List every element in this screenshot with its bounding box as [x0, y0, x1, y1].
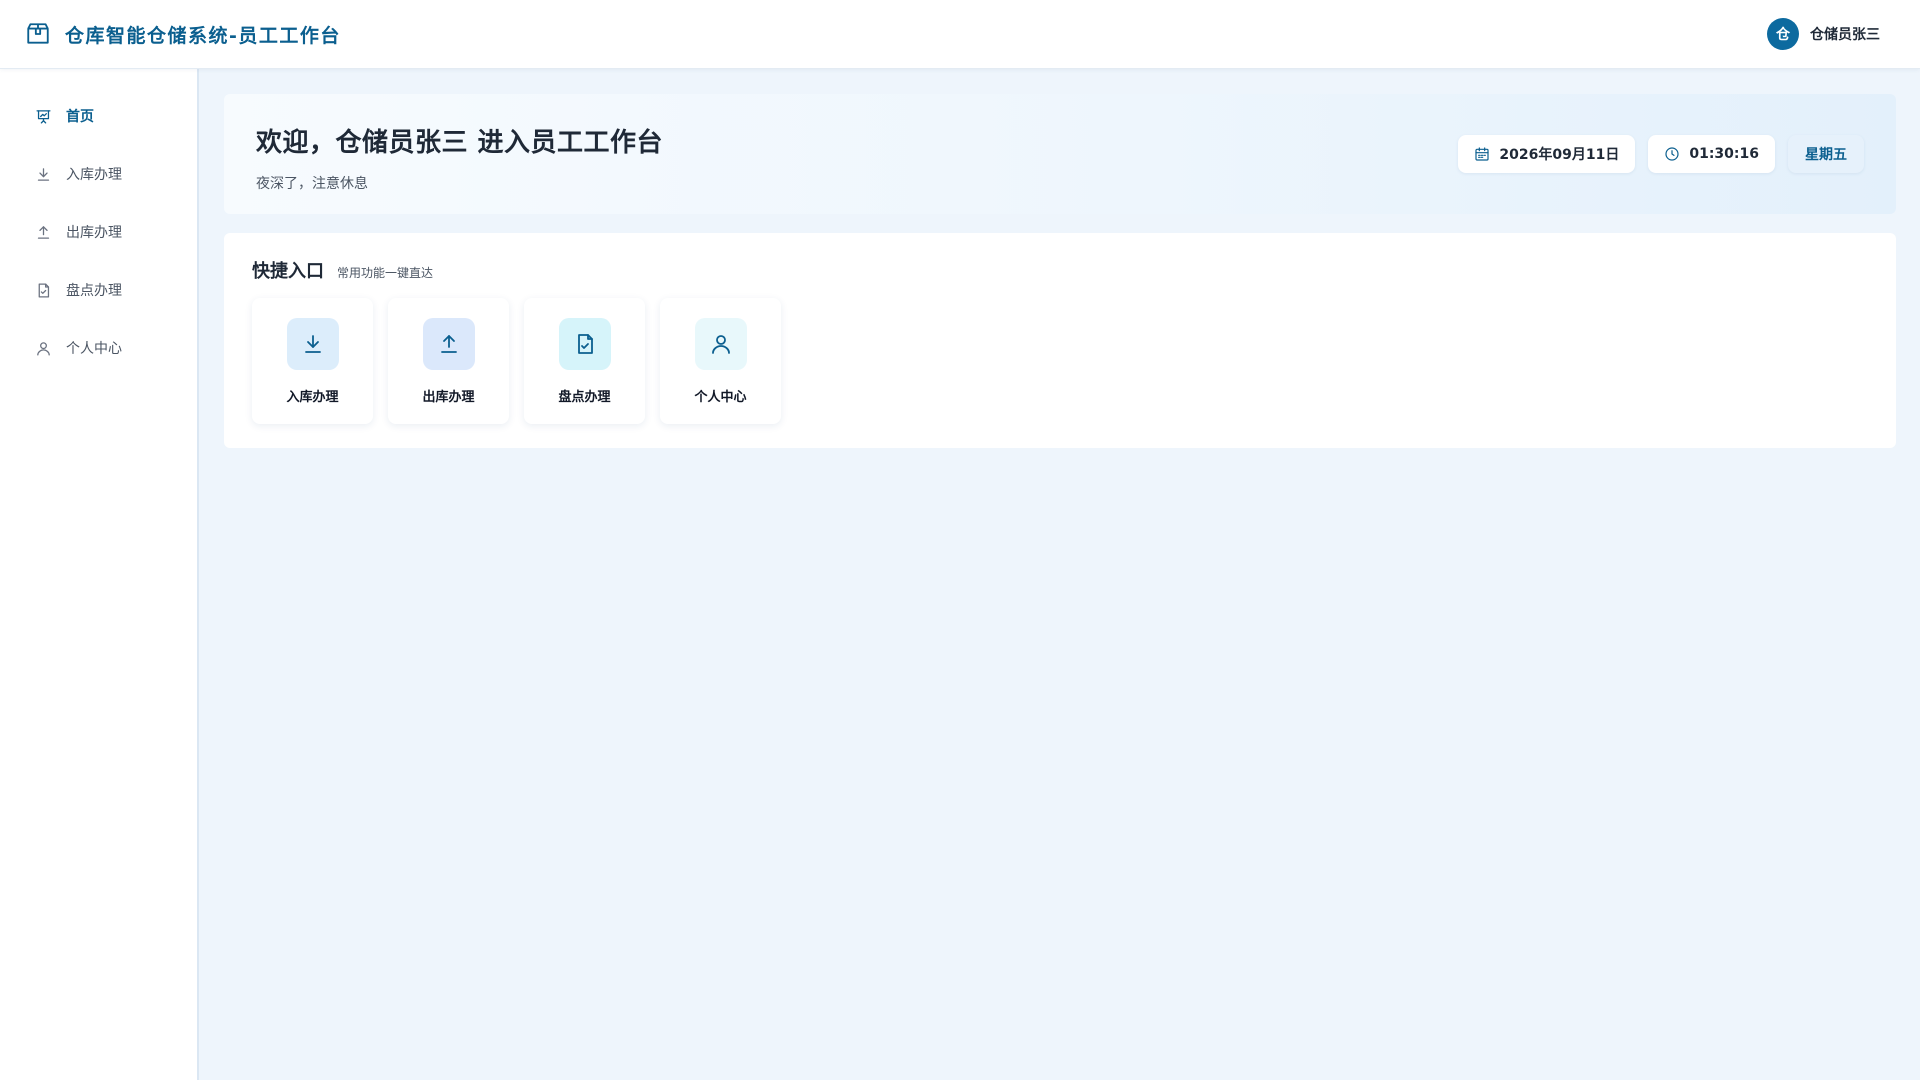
app-title: 仓库智能仓储系统-员工工作台: [65, 24, 341, 47]
time-text: 01:30:16: [1689, 146, 1759, 162]
quick-access-subtitle: 常用功能一键直达: [337, 266, 434, 280]
sidebar-item-inventory-check[interactable]: 盘点办理: [0, 261, 197, 319]
weekday-badge: 星期五: [1788, 135, 1864, 173]
sidebar: 首页 入库办理 出库办理 盘点办理 个人中心: [0, 69, 199, 1080]
quick-tile-label: 入库办理: [286, 390, 339, 405]
date-badge: 2026年09月11日: [1458, 135, 1636, 173]
quick-tile-label: 盘点办理: [558, 390, 611, 405]
sidebar-item-label: 盘点办理: [66, 283, 122, 299]
datetime-info: 2026年09月11日 01:30:16 星期五: [1458, 135, 1864, 173]
quick-tile-outbound[interactable]: 出库办理: [388, 298, 509, 424]
user-icon: [35, 340, 52, 357]
quick-tile-label: 出库办理: [422, 390, 475, 405]
file-check-icon: [558, 318, 611, 370]
quick-access-title: 快捷入口: [252, 261, 324, 282]
calendar-icon: [1474, 146, 1490, 162]
top-header: 仓库智能仓储系统-员工工作台 仓 仓储员张三: [0, 0, 1920, 69]
time-badge: 01:30:16: [1648, 135, 1775, 173]
file-check-icon: [35, 282, 52, 299]
sidebar-item-home[interactable]: 首页: [0, 87, 197, 145]
sidebar-item-inbound[interactable]: 入库办理: [0, 145, 197, 203]
welcome-banner: 欢迎，仓储员张三 进入员工工作台 夜深了，注意休息 2026年09月11日 01…: [224, 94, 1896, 214]
sidebar-item-label: 首页: [66, 109, 94, 125]
quick-tile-label: 个人中心: [694, 390, 747, 405]
sidebar-nav: 首页 入库办理 出库办理 盘点办理 个人中心: [0, 69, 197, 377]
upload-icon: [35, 224, 52, 241]
quick-tile-inbound[interactable]: 入库办理: [252, 298, 373, 424]
download-icon: [35, 166, 52, 183]
welcome-subtitle: 夜深了，注意休息: [256, 176, 368, 192]
sidebar-item-outbound[interactable]: 出库办理: [0, 203, 197, 261]
avatar[interactable]: 仓: [1767, 18, 1799, 50]
date-text: 2026年09月11日: [1499, 147, 1620, 163]
warehouse-box-icon: [25, 21, 51, 47]
quick-tile-inventory-check[interactable]: 盘点办理: [524, 298, 645, 424]
user-icon: [694, 318, 747, 370]
brand: 仓库智能仓储系统-员工工作台: [25, 21, 341, 48]
sidebar-item-label: 个人中心: [66, 341, 122, 357]
quick-access-tiles: 入库办理 出库办理 盘点办理 个人中心: [252, 298, 1868, 424]
sidebar-item-profile[interactable]: 个人中心: [0, 319, 197, 377]
quick-access-header: 快捷入口 常用功能一键直达: [252, 257, 1868, 283]
user-name[interactable]: 仓储员张三: [1810, 24, 1880, 44]
sidebar-item-label: 入库办理: [66, 167, 122, 183]
quick-access-panel: 快捷入口 常用功能一键直达 入库办理 出库办理 盘点办理 个人中心: [224, 233, 1896, 448]
dashboard-icon: [35, 108, 52, 125]
clock-icon: [1664, 146, 1680, 162]
download-icon: [286, 318, 339, 370]
sidebar-item-label: 出库办理: [66, 225, 122, 241]
quick-tile-profile[interactable]: 个人中心: [660, 298, 781, 424]
user-menu[interactable]: 仓 仓储员张三: [1767, 18, 1880, 50]
upload-icon: [422, 318, 475, 370]
